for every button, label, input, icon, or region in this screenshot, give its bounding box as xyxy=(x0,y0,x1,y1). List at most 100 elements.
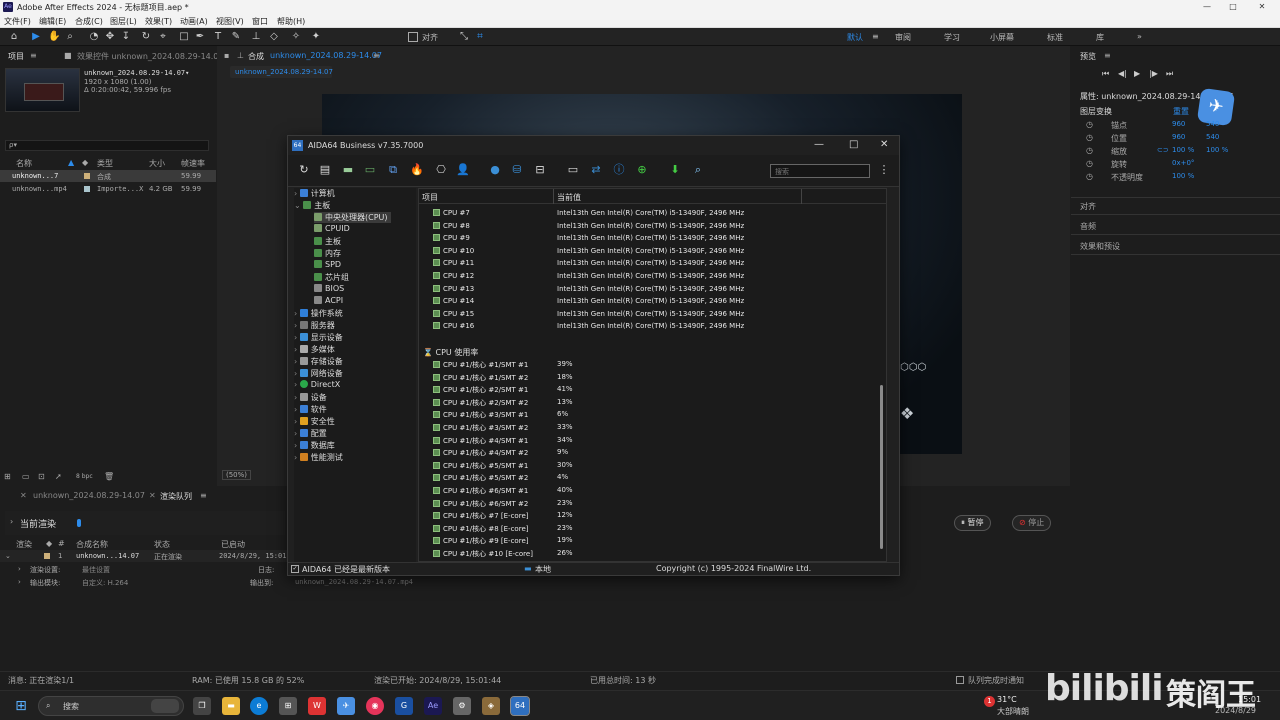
memory-icon[interactable]: ▭ xyxy=(363,163,377,177)
close-icon[interactable]: ✕ xyxy=(20,491,27,500)
stamp-tool-icon[interactable]: ⊥ xyxy=(250,31,262,43)
prop-value2[interactable]: 100 % xyxy=(1206,146,1228,154)
zoom-select[interactable]: (50%) xyxy=(222,470,252,480)
render-settings-value[interactable]: 最佳设置 xyxy=(82,565,110,575)
list-row[interactable]: CPU #1/核心 #2/SMT #1 41% xyxy=(419,383,888,396)
constrain-link-icon[interactable]: ⊂⊃ xyxy=(1157,146,1169,154)
list-row[interactable]: CPU #1/核心 #3/SMT #2 33% xyxy=(419,421,888,434)
rectangle-tool-icon[interactable]: □ xyxy=(178,31,190,43)
col-size[interactable]: 大小 xyxy=(149,158,165,169)
store-icon[interactable]: ⊞ xyxy=(279,697,297,715)
list-row[interactable]: CPU #1/核心 #1/SMT #1 39% xyxy=(419,358,888,371)
network-icon[interactable]: ⧉ xyxy=(386,163,400,177)
prop-value[interactable]: 960 xyxy=(1172,120,1185,128)
pen-tool-icon[interactable]: ✒ xyxy=(194,31,206,43)
game-icon[interactable]: G xyxy=(395,697,413,715)
col-type[interactable]: 类型 xyxy=(97,158,113,169)
stop-button[interactable]: ⊘ 停止 xyxy=(1012,515,1052,531)
maximize-button[interactable]: □ xyxy=(1219,0,1247,14)
tree-item[interactable]: › 设备 xyxy=(294,392,327,403)
weather-badge[interactable]: 1 xyxy=(984,696,995,707)
new-comp-icon[interactable]: ⊡ xyxy=(38,472,45,481)
usage-section-header[interactable]: ⌛ CPU 使用率 xyxy=(419,345,888,358)
tree-item[interactable]: SPD xyxy=(314,260,341,269)
monitor-icon[interactable]: ▭ xyxy=(566,163,580,177)
comp-subtab[interactable]: unknown_2024.08.29-14.07 xyxy=(230,66,333,78)
user-icon[interactable]: 👤 xyxy=(456,163,470,177)
sensor-icon[interactable]: ⊕ xyxy=(635,163,649,177)
list-row[interactable]: CPU #1/核心 #6/SMT #2 23% xyxy=(419,497,888,510)
aida64-taskbar-icon[interactable]: 64 xyxy=(510,696,530,716)
tree-item[interactable]: › 性能测试 xyxy=(294,452,343,463)
wps-icon[interactable]: W xyxy=(308,697,326,715)
prop-value2[interactable]: 540 xyxy=(1206,120,1219,128)
report-icon[interactable]: ▤ xyxy=(318,163,332,177)
list-row[interactable]: CPU #1/核心 #8 [E-core] 23% xyxy=(419,522,888,535)
expand-icon[interactable]: ⌄ xyxy=(5,552,11,560)
refresh-icon[interactable]: ↻ xyxy=(297,163,311,177)
comp-tab-name[interactable]: unknown_2024.08.29-14.07 xyxy=(270,51,382,60)
list-row[interactable]: CPU #1/核心 #10 [E-core] 26% xyxy=(419,547,888,560)
search-icon[interactable]: ⌕ xyxy=(691,163,705,177)
prop-value2[interactable]: 540 xyxy=(1206,133,1219,141)
tree-item[interactable]: › 计算机 xyxy=(294,188,335,199)
list-row[interactable]: CPU #1/核心 #7 [E-core] 12% xyxy=(419,509,888,522)
output-file[interactable]: unknown_2024.08.29-14.07.mp4 xyxy=(295,578,413,586)
list-row[interactable]: CPU #8 Intel13th Gen Intel(R) Core(TM) i5… xyxy=(419,220,888,233)
audio-panel[interactable]: 音频 xyxy=(1080,221,1096,232)
benchmark-icon[interactable]: ⊟ xyxy=(533,163,547,177)
comp-tab-menu-icon[interactable]: ≡ xyxy=(373,51,380,60)
list-row[interactable]: CPU #1/核心 #1/SMT #2 18% xyxy=(419,371,888,384)
menu-effect[interactable]: 效果(T) xyxy=(145,16,172,27)
delete-icon[interactable]: 🗑 xyxy=(104,472,114,481)
workspace-standard[interactable]: 标准 xyxy=(1047,32,1063,43)
selection-tool-icon[interactable]: ▶ xyxy=(30,31,42,43)
notify-checkbox[interactable] xyxy=(956,676,964,684)
feishu-icon[interactable]: ✈ xyxy=(337,697,355,715)
comp-name[interactable]: unknown_2024.08.29-14.07▾ xyxy=(84,69,189,77)
start-windows-icon[interactable]: ⊞ xyxy=(12,697,30,715)
prop-value[interactable]: 960 xyxy=(1172,133,1185,141)
close-button[interactable]: ✕ xyxy=(1248,0,1276,14)
tree-item[interactable]: CPUID xyxy=(314,224,350,233)
workspace-more-icon[interactable]: » xyxy=(1137,32,1142,41)
col-value[interactable]: 当前值 xyxy=(557,192,581,203)
menu-view[interactable]: 视图(V) xyxy=(216,16,244,27)
project-search-input[interactable]: ρ▾ xyxy=(5,140,209,151)
dolly-tool-icon[interactable]: ↧ xyxy=(120,31,132,43)
task-view-icon[interactable]: ❐ xyxy=(193,697,211,715)
render-item-row[interactable]: ⌄ 1 unknown...14.07 正在渲染 2024/8/29, 15:0… xyxy=(0,550,290,562)
list-scrollbar[interactable] xyxy=(880,385,883,549)
tree-item[interactable]: BIOS xyxy=(314,284,344,293)
render-tab-menu-icon[interactable]: ≡ xyxy=(200,491,207,500)
stopwatch-icon[interactable]: ◷ xyxy=(1086,120,1093,129)
tree-item[interactable]: ⌄ 主板 xyxy=(294,200,330,211)
prop-value[interactable]: 100 % xyxy=(1172,146,1194,154)
list-row[interactable]: CPU #13 Intel13th Gen Intel(R) Core(TM) i… xyxy=(419,283,888,296)
project-row-footage[interactable]: unknown...mp4 Importe...X 4.2 GB 59.99 xyxy=(0,183,216,195)
roto-tool-icon[interactable]: ✧ xyxy=(290,31,302,43)
project-flowchart-icon[interactable]: ➚ xyxy=(55,472,62,481)
comp-tab-label[interactable]: 合成 xyxy=(248,51,264,62)
weather-temp[interactable]: 31°C xyxy=(997,695,1017,704)
tree-item[interactable]: › DirectX xyxy=(294,380,340,389)
download-icon[interactable]: ⬇ xyxy=(668,163,682,177)
after-effects-taskbar-icon[interactable]: Ae xyxy=(424,697,442,715)
aida-close-button[interactable]: ✕ xyxy=(880,139,888,150)
list-row[interactable]: CPU #1/核心 #4/SMT #2 9% xyxy=(419,446,888,459)
tree-item[interactable]: › 网络设备 xyxy=(294,368,343,379)
list-row[interactable]: CPU #12 Intel13th Gen Intel(R) Core(TM) i… xyxy=(419,270,888,283)
tree-item[interactable]: › 显示设备 xyxy=(294,332,343,343)
minimize-button[interactable]: — xyxy=(1193,0,1221,14)
workspace-menu-icon[interactable]: ≡ xyxy=(872,32,879,41)
home-icon[interactable]: ⌂ xyxy=(8,31,20,43)
tree-item[interactable]: 芯片组 xyxy=(314,272,349,283)
list-row[interactable]: CPU #15 Intel13th Gen Intel(R) Core(TM) i… xyxy=(419,308,888,321)
workspace-small-screen[interactable]: 小屏幕 xyxy=(990,32,1014,43)
rotate-tool-icon[interactable]: ↻ xyxy=(140,31,152,43)
motherboard-icon[interactable]: ▬ xyxy=(341,163,355,177)
settings-gear-icon[interactable]: ⚙ xyxy=(453,697,471,715)
project-tab[interactable]: 项目 xyxy=(8,51,24,62)
stopwatch-icon[interactable]: ◷ xyxy=(1086,146,1093,155)
expand-icon[interactable]: › xyxy=(18,565,21,573)
